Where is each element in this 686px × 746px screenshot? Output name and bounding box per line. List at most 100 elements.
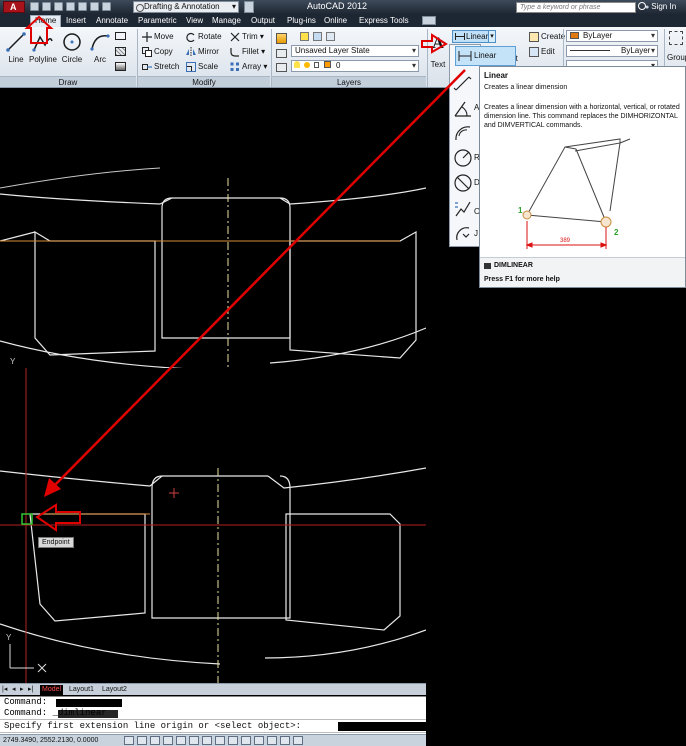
text-button[interactable]: A Text xyxy=(428,33,448,79)
ortho-mode-icon[interactable] xyxy=(163,736,173,745)
create-block-button[interactable]: Create xyxy=(529,31,565,43)
tab-online[interactable]: Online xyxy=(324,16,347,25)
transparency-icon[interactable] xyxy=(267,736,277,745)
array-button[interactable]: Array ▾ xyxy=(230,61,267,73)
dim-menu-item-linear[interactable]: Linear xyxy=(455,46,516,66)
save-as-icon[interactable] xyxy=(66,2,75,11)
tab-nav-next-icon[interactable]: ▸ xyxy=(20,685,24,693)
coordinate-readout[interactable]: 2749.3490, 2552.2130, 0.0000 xyxy=(3,737,98,744)
tab-home[interactable]: Home xyxy=(30,15,62,27)
tab-express-tools[interactable]: Express Tools xyxy=(359,16,409,25)
mirror-button[interactable]: Mirror xyxy=(186,46,219,58)
group-button[interactable]: Group xyxy=(666,31,686,71)
line-button[interactable]: Line xyxy=(2,29,30,75)
layer-tool-icon[interactable] xyxy=(313,32,322,41)
tab-nav-last-icon[interactable]: ▸| xyxy=(28,685,33,693)
new-icon[interactable] xyxy=(30,2,39,11)
dim-menu-item-diameter[interactable]: D xyxy=(452,171,480,195)
layers-panel-label[interactable]: Layers xyxy=(272,76,426,87)
tab-plugins[interactable]: Plug-ins xyxy=(287,16,316,25)
linetype-select[interactable]: ByLayer xyxy=(566,45,658,57)
edit-block-button[interactable]: Edit xyxy=(529,46,555,58)
tab-view[interactable]: View xyxy=(186,16,203,25)
search-input[interactable]: Type a keyword or phrase xyxy=(516,2,636,13)
grid-display-icon[interactable] xyxy=(150,736,160,745)
workspace-dropdown-button[interactable] xyxy=(244,1,254,13)
tab-annotate[interactable]: Annotate xyxy=(96,16,128,25)
layout-tab-layout2[interactable]: Layout2 xyxy=(100,685,129,695)
gradient-icon[interactable] xyxy=(115,62,126,71)
polyline-button[interactable]: Polyline xyxy=(27,29,59,75)
circle-button[interactable]: Circle xyxy=(58,29,86,75)
chevron-down-icon[interactable]: ▾ xyxy=(258,32,264,41)
layer-tool-icon[interactable] xyxy=(326,32,335,41)
command-input[interactable]: Specify first extension line origin or <… xyxy=(0,719,426,733)
stretch-button[interactable]: Stretch xyxy=(142,61,179,73)
tab-nav-first-icon[interactable]: |◂ xyxy=(2,685,7,693)
object-snap-tracking-icon[interactable] xyxy=(215,736,225,745)
drawing-area-top[interactable]: Y xyxy=(0,88,426,368)
copy-button[interactable]: Copy xyxy=(142,46,173,58)
draw-panel-label[interactable]: Draw xyxy=(0,76,136,87)
scale-button[interactable]: Scale xyxy=(186,61,218,73)
title-bar: A Drafting & Annotation AutoCAD 2012 Typ… xyxy=(0,0,686,14)
line-icon xyxy=(6,32,26,52)
dim-menu-item-jogged-radius[interactable]: J xyxy=(452,222,478,246)
modify-panel-label[interactable]: Modify xyxy=(138,76,270,87)
save-icon[interactable] xyxy=(54,2,63,11)
plot-icon[interactable] xyxy=(78,2,87,11)
chevron-down-icon[interactable]: ▾ xyxy=(488,30,496,43)
tab-nav-prev-icon[interactable]: ◂ xyxy=(12,685,16,693)
sign-in-button[interactable]: Sign In xyxy=(645,2,676,11)
layer-properties-icon[interactable] xyxy=(276,33,287,44)
dynamic-input-icon[interactable] xyxy=(241,736,251,745)
dim-menu-item-radius[interactable]: R xyxy=(452,146,480,170)
layout-tab-model[interactable]: Model xyxy=(40,685,64,695)
lineweight-icon[interactable] xyxy=(254,736,264,745)
color-select[interactable]: ByLayer xyxy=(566,30,658,42)
polar-tracking-icon[interactable] xyxy=(176,736,186,745)
chevron-down-icon[interactable]: ▾ xyxy=(259,47,265,56)
trim-button[interactable]: Trim ▾ xyxy=(230,31,264,43)
tab-output[interactable]: Output xyxy=(251,16,275,25)
fillet-button[interactable]: Fillet ▾ xyxy=(230,46,265,58)
ribbon-minimize-icon[interactable] xyxy=(422,16,436,25)
ribbon-tabs: Home Insert Annotate Parametric View Man… xyxy=(0,14,686,27)
layer-state-select[interactable]: Unsaved Layer State xyxy=(291,45,419,57)
tab-parametric[interactable]: Parametric xyxy=(138,16,177,25)
infer-constraints-icon[interactable] xyxy=(124,736,134,745)
drawing-area-bottom[interactable]: Y X xyxy=(0,368,426,683)
polyline-label: Polyline xyxy=(28,55,57,64)
workspace-select[interactable]: Drafting & Annotation xyxy=(133,1,239,13)
quick-properties-icon[interactable] xyxy=(280,736,290,745)
hatch-icon[interactable] xyxy=(115,47,126,56)
tab-insert[interactable]: Insert xyxy=(66,16,86,25)
object-snap-icon[interactable] xyxy=(189,736,199,745)
dim-menu-item-aligned[interactable] xyxy=(452,72,478,96)
rotate-button[interactable]: Rotate xyxy=(186,31,222,43)
layer-tool-icon[interactable] xyxy=(300,32,309,41)
tab-manage[interactable]: Manage xyxy=(212,16,241,25)
dim-menu-item-arc-length[interactable] xyxy=(452,121,478,145)
rectangle-icon[interactable] xyxy=(115,32,126,40)
dynamic-ucs-icon[interactable] xyxy=(228,736,238,745)
layer-select[interactable]: 0 xyxy=(291,60,419,72)
layer-tool-icon[interactable] xyxy=(276,49,287,58)
redo-icon[interactable] xyxy=(102,2,111,11)
layer-tool-icon[interactable] xyxy=(276,63,287,72)
layout-tab-layout1[interactable]: Layout1 xyxy=(67,685,96,695)
snap-mode-icon[interactable] xyxy=(137,736,147,745)
current-layer-value: 0 xyxy=(335,61,341,70)
open-icon[interactable] xyxy=(42,2,51,11)
undo-icon[interactable] xyxy=(90,2,99,11)
move-button[interactable]: Move xyxy=(142,31,174,43)
dimension-split-button[interactable]: Linear ▾ xyxy=(452,30,496,43)
app-menu-button[interactable]: A xyxy=(3,1,25,13)
status-bar: 2749.3490, 2552.2130, 0.0000 xyxy=(0,734,426,746)
selection-cycling-icon[interactable] xyxy=(293,736,303,745)
dim-menu-item-angular[interactable]: A xyxy=(452,96,479,120)
3d-object-snap-icon[interactable] xyxy=(202,736,212,745)
chevron-down-icon[interactable]: ▾ xyxy=(261,62,267,71)
arc-button[interactable]: Arc xyxy=(86,29,114,75)
autocad-logo-icon: A xyxy=(10,2,17,12)
